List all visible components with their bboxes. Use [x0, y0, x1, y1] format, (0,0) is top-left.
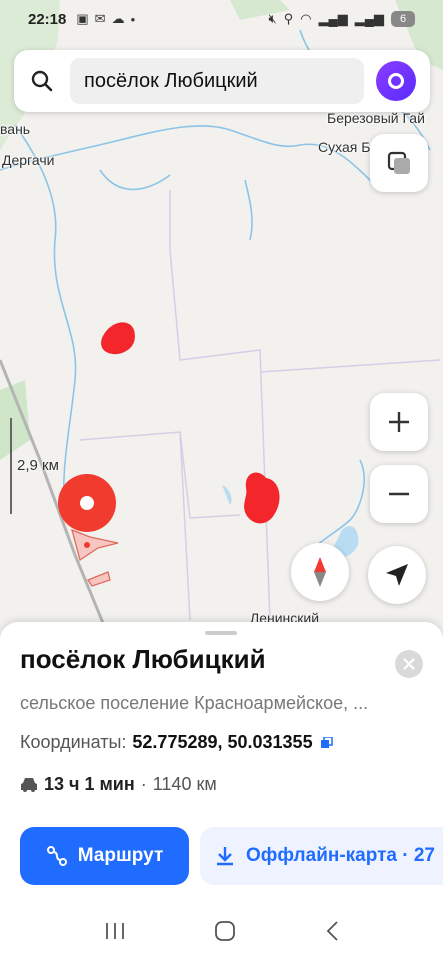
- home-icon[interactable]: [214, 920, 236, 942]
- route-button[interactable]: Маршрут: [20, 827, 189, 885]
- compass-icon: [314, 557, 326, 587]
- back-icon[interactable]: [325, 920, 339, 942]
- zoom-out-button[interactable]: [370, 465, 428, 523]
- route-button-label: Маршрут: [77, 845, 164, 866]
- message-icon: ✉: [94, 11, 106, 26]
- map-label-vany: вань: [0, 121, 31, 137]
- location-icon: ⚲: [283, 11, 294, 26]
- scale-bar: [10, 418, 12, 514]
- signal-icon: ▂▄▆: [318, 11, 348, 26]
- plus-icon: [389, 412, 409, 432]
- screen: вань Дергачи Березовый Гай Сухая Б Ленин…: [0, 0, 443, 960]
- coordinates-label: Координаты:: [20, 732, 127, 752]
- status-system-icons: 🔇︎ ⚲ ◠ ▂▄▆ ▂▄▆ 6: [268, 11, 415, 27]
- map-label-sukhaya: Сухая Б: [318, 139, 371, 155]
- mute-icon: 🔇︎: [268, 11, 277, 26]
- map-label-dergachi: Дергачи: [2, 152, 55, 168]
- route-icon: [46, 846, 67, 866]
- layers-button[interactable]: [370, 134, 428, 192]
- wifi-icon: ◠: [300, 11, 312, 26]
- close-button[interactable]: [395, 650, 423, 678]
- place-subtitle: сельское поселение Красноармейское, ...: [20, 693, 369, 713]
- map-label-berezovy: Березовый Гай: [327, 110, 425, 126]
- close-icon: [403, 658, 415, 670]
- sheet-handle[interactable]: [205, 631, 237, 635]
- status-notification-icons: ▣ ✉ ☁ •: [76, 11, 135, 27]
- copy-icon[interactable]: [320, 736, 333, 749]
- route-separator: ·: [140, 774, 147, 794]
- offline-map-label: Оффлайн-карта · 27: [246, 845, 435, 866]
- offline-map-button[interactable]: Оффлайн-карта · 27: [200, 827, 443, 885]
- route-info: 13 ч 1 мин · 1140 км: [20, 774, 217, 795]
- app-icon: ☁: [111, 11, 125, 26]
- recent-apps-icon[interactable]: [104, 922, 126, 940]
- compass-button[interactable]: [291, 543, 349, 601]
- system-nav-bar: [0, 902, 443, 960]
- car-icon: [21, 777, 37, 792]
- scale-label: 2,9 км: [17, 457, 59, 474]
- search-icon[interactable]: [14, 50, 70, 112]
- route-time: 13 ч 1 мин: [44, 774, 135, 794]
- search-input[interactable]: посёлок Любицкий: [70, 58, 364, 104]
- minus-icon: [389, 492, 409, 496]
- location-arrow-icon: [386, 564, 408, 586]
- more-icon: •: [130, 11, 136, 27]
- signal-icon-2: ▂▄▆: [354, 11, 384, 26]
- alice-button[interactable]: [376, 61, 416, 101]
- screenshot-icon: ▣: [76, 11, 89, 26]
- download-icon: [217, 847, 233, 866]
- status-bar: 22:18 ▣ ✉ ☁ • 🔇︎ ⚲ ◠ ▂▄▆ ▂▄▆ 6: [0, 0, 443, 38]
- layers-icon: [387, 151, 410, 174]
- coordinates-row: Координаты: 52.775289, 50.031355: [20, 732, 333, 753]
- route-distance: 1140 км: [152, 774, 217, 794]
- my-location-button[interactable]: [368, 546, 426, 604]
- place-card[interactable]: посёлок Любицкий сельское поселение Крас…: [0, 622, 443, 912]
- coordinates-value[interactable]: 52.775289, 50.031355: [132, 732, 312, 753]
- search-bar[interactable]: посёлок Любицкий: [14, 50, 430, 112]
- status-time: 22:18: [28, 10, 67, 28]
- place-title: посёлок Любицкий: [20, 644, 266, 674]
- alice-icon: [388, 73, 404, 89]
- zoom-in-button[interactable]: [370, 393, 428, 451]
- battery-icon: 6: [391, 11, 415, 27]
